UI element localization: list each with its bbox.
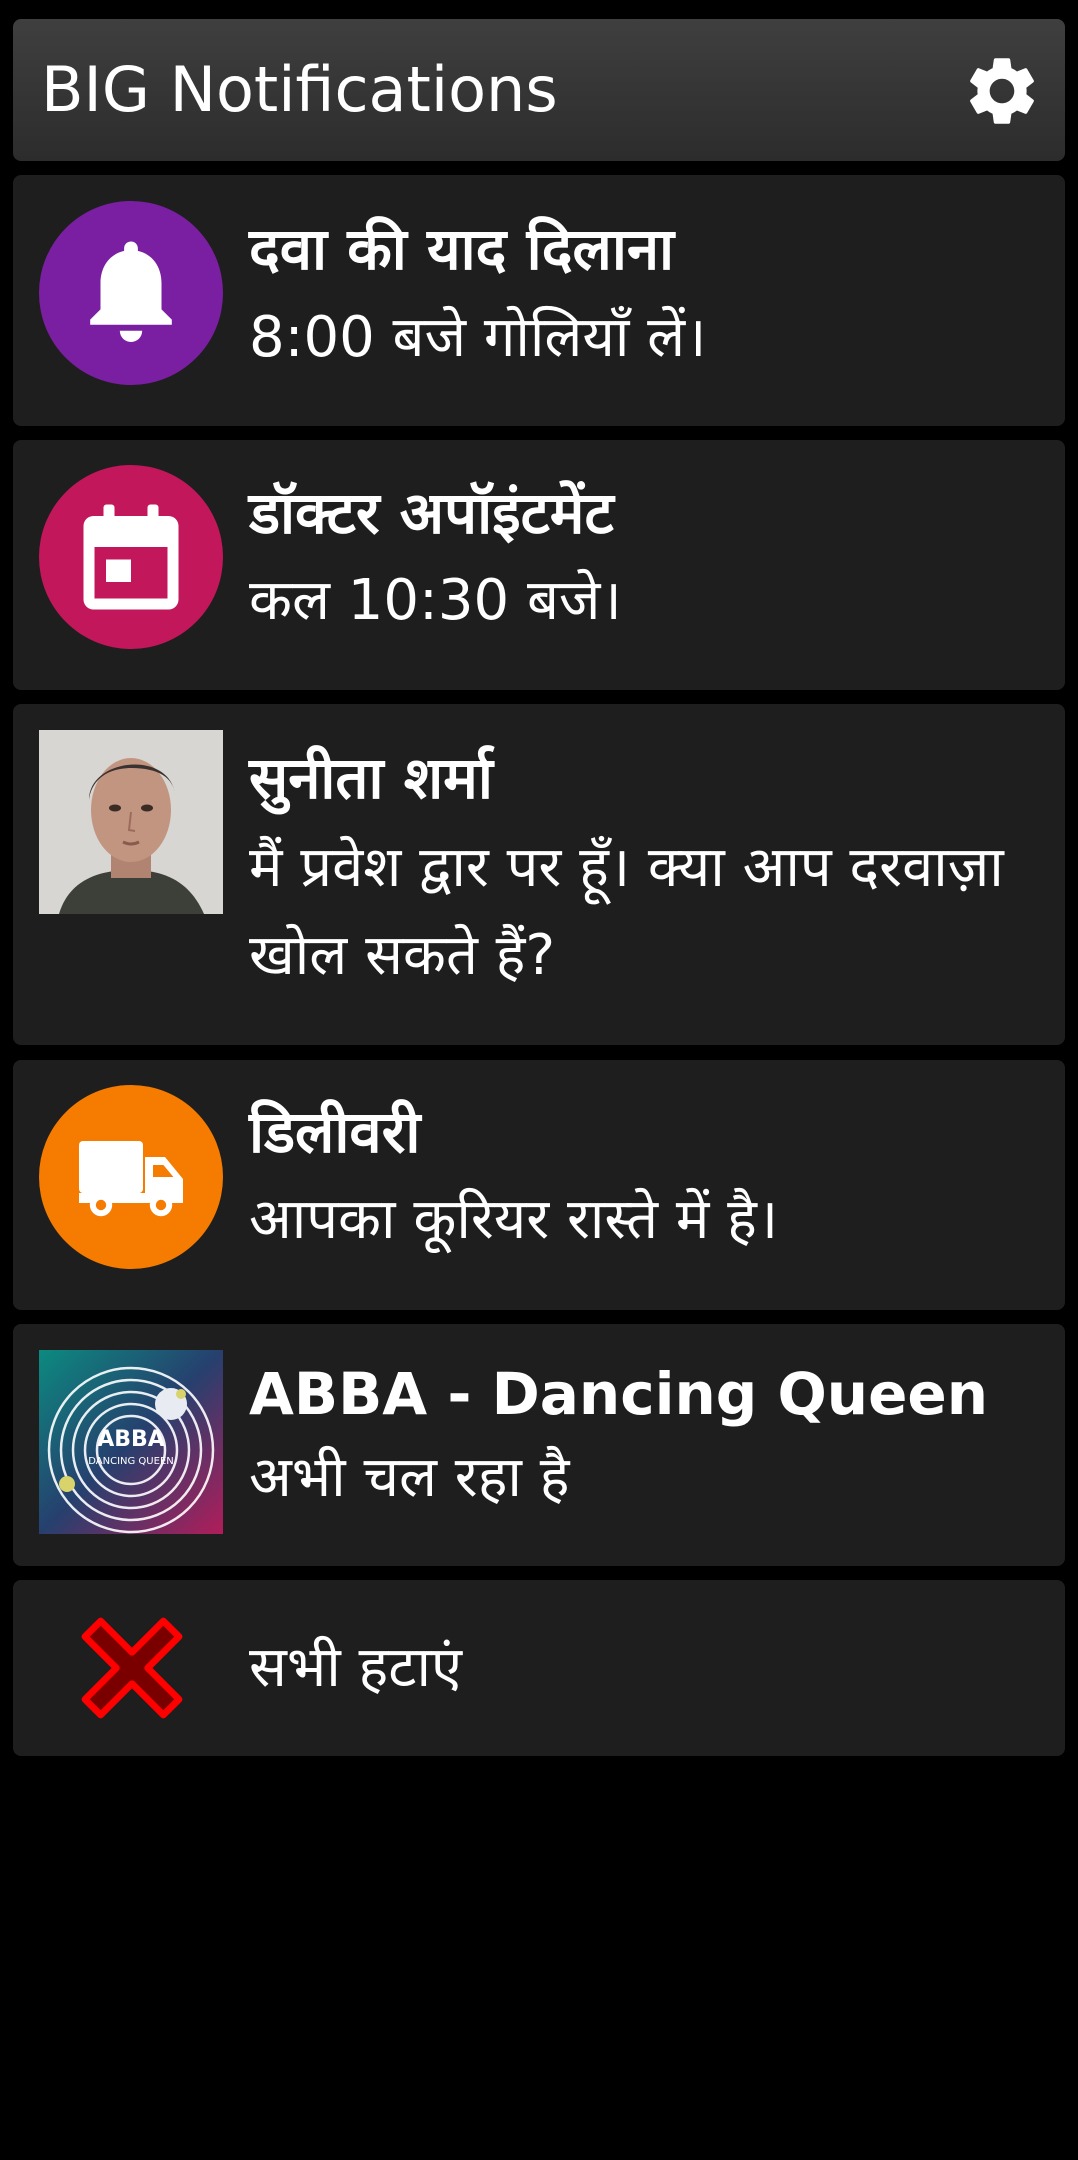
album-title-text: ABBA [97, 1427, 165, 1452]
notification-body: आपका कूरियर रास्ते में है। [249, 1187, 779, 1252]
notification-card-music[interactable]: ABBA DANCING QUEEN ABBA - Dancing Queen … [13, 1324, 1065, 1566]
dismiss-all-label: सभी हटाएं [249, 1635, 462, 1700]
notification-title: ABBA - Dancing Queen [249, 1360, 989, 1428]
notification-title: डॉक्टर अपॉइंटमेंट [249, 479, 614, 547]
notification-body: कल 10:30 बजे। [249, 568, 622, 633]
notification-title: सुनीता शर्मा [249, 744, 493, 812]
app-title: BIG Notifications [41, 53, 558, 126]
notification-card-message[interactable]: सुनीता शर्मा मैं प्रवेश द्वार पर हूँ। क्… [13, 704, 1065, 1045]
dismiss-all-button[interactable]: सभी हटाएं [13, 1580, 1065, 1756]
contact-photo [39, 730, 223, 914]
truck-icon [39, 1085, 223, 1269]
notification-title: डिलीवरी [249, 1098, 421, 1166]
bell-icon [39, 201, 223, 385]
calendar-icon [39, 465, 223, 649]
notification-title: दवा की याद दिलाना [249, 215, 675, 283]
album-subtitle-text: DANCING QUEEN [88, 1456, 174, 1467]
close-icon [75, 1612, 189, 1724]
notification-card-medication[interactable]: दवा की याद दिलाना 8:00 बजे गोलियाँ लें। [13, 175, 1065, 426]
notification-body: 8:00 बजे गोलियाँ लें। [249, 305, 707, 370]
notification-body: मैं प्रवेश द्वार पर हूँ। क्या आप दरवाज़ा… [249, 835, 1004, 988]
app-header: BIG Notifications [13, 19, 1065, 161]
album-art: ABBA DANCING QUEEN [39, 1350, 223, 1534]
notification-card-appointment[interactable]: डॉक्टर अपॉइंटमेंट कल 10:30 बजे। [13, 440, 1065, 690]
gear-icon[interactable] [961, 50, 1043, 132]
notification-card-delivery[interactable]: डिलीवरी आपका कूरियर रास्ते में है। [13, 1060, 1065, 1310]
notification-body: अभी चल रहा है [249, 1445, 570, 1510]
